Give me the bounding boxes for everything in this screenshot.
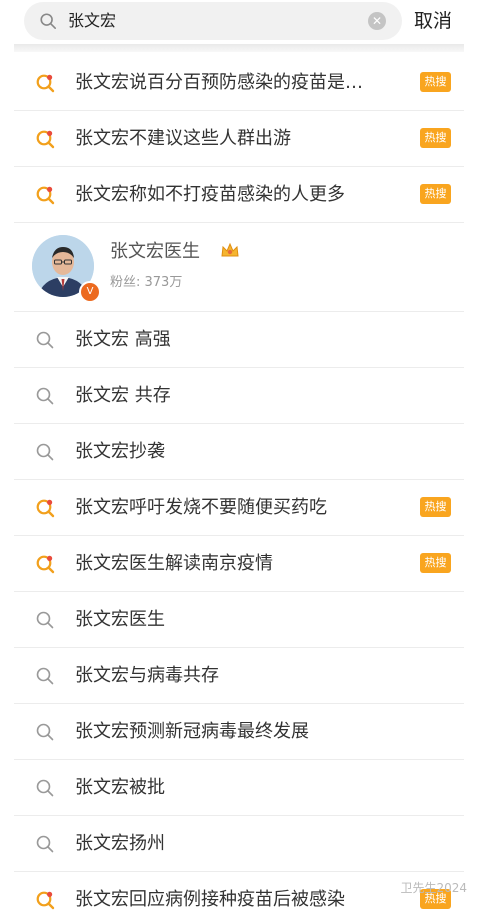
suggestion-row[interactable]: 张文宏预测新冠病毒最终发展 <box>14 704 464 760</box>
suggestion-text: 张文宏被批 <box>75 777 165 798</box>
suggestion-text: 张文宏回应病例接种疫苗后被感染 <box>75 889 345 910</box>
suggestion-text: 张文宏预测新冠病毒最终发展 <box>75 721 309 742</box>
suggestion-row[interactable]: 张文宏与病毒共存 <box>14 648 464 704</box>
search-icon <box>35 834 55 854</box>
user-result-row[interactable]: V 张文宏医生粉丝: 373万 <box>14 223 464 312</box>
cancel-button[interactable]: 取消 <box>414 2 452 40</box>
verified-badge-icon: V <box>79 281 101 303</box>
hot-badge: 热搜 <box>420 184 451 204</box>
suggestion-row[interactable]: 张文宏称如不打疫苗感染的人更多 热搜 <box>14 167 464 223</box>
hot-search-icon <box>35 554 55 574</box>
suggestion-row[interactable]: 张文宏呼吁发烧不要随便买药吃 热搜 <box>14 480 464 536</box>
hot-badge: 热搜 <box>420 128 451 148</box>
search-icon <box>35 722 55 742</box>
search-page: 张文宏 ✕ 取消 张文宏说百分百预防感染的疫苗是… 热搜 张文宏不建议这些人群出游热… <box>0 0 479 910</box>
clear-icon[interactable]: ✕ <box>368 12 386 30</box>
hot-badge: 热搜 <box>420 553 451 573</box>
suggestion-row[interactable]: 张文宏扬州 <box>14 816 464 872</box>
header-divider <box>14 44 464 52</box>
suggestion-text: 张文宏医生解读南京疫情 <box>75 553 273 574</box>
suggestion-row[interactable]: 张文宏说百分百预防感染的疫苗是… 热搜 <box>14 55 464 111</box>
suggestion-row[interactable]: 张文宏医生解读南京疫情 热搜 <box>14 536 464 592</box>
suggestion-text: 张文宏抄袭 <box>75 441 165 462</box>
search-icon <box>35 442 55 462</box>
hot-search-icon <box>35 890 55 910</box>
search-icon <box>35 610 55 630</box>
suggestion-text: 张文宏扬州 <box>75 833 165 854</box>
suggestion-text: 张文宏 共存 <box>75 385 171 406</box>
hot-search-icon <box>35 498 55 518</box>
hot-search-icon <box>35 73 55 93</box>
hot-search-icon <box>35 185 55 205</box>
watermark: 卫先生2024 <box>400 881 467 895</box>
follower-count: 粉丝: 373万 <box>110 275 183 290</box>
search-icon <box>35 330 55 350</box>
suggestion-row[interactable]: 张文宏抄袭 <box>14 424 464 480</box>
suggestion-text: 张文宏说百分百预防感染的疫苗是… <box>75 72 363 93</box>
suggestion-text: 张文宏不建议这些人群出游 <box>75 128 291 149</box>
search-icon <box>35 666 55 686</box>
user-name: 张文宏医生 <box>110 241 200 262</box>
suggestion-row[interactable]: 张文宏 高强 <box>14 312 464 368</box>
suggestion-row[interactable]: 张文宏不建议这些人群出游 热搜 <box>14 111 464 167</box>
suggestion-text: 张文宏呼吁发烧不要随便买药吃 <box>75 497 327 518</box>
crown-icon <box>221 242 239 257</box>
suggestion-text: 张文宏 高强 <box>75 329 171 350</box>
suggestion-row[interactable]: 张文宏 共存 <box>14 368 464 424</box>
suggestion-row[interactable]: 张文宏被批 <box>14 760 464 816</box>
search-icon <box>35 386 55 406</box>
suggestion-text: 张文宏与病毒共存 <box>75 665 219 686</box>
suggestion-row[interactable]: 张文宏回应病例接种疫苗后被感染 热搜 <box>14 872 464 910</box>
search-icon <box>40 13 57 30</box>
suggestion-row[interactable]: 张文宏医生 <box>14 592 464 648</box>
hot-badge: 热搜 <box>420 497 451 517</box>
hot-search-icon <box>35 129 55 149</box>
search-input[interactable]: 张文宏 ✕ <box>24 2 402 40</box>
suggestion-text: 张文宏医生 <box>75 609 165 630</box>
suggestion-list: 张文宏说百分百预防感染的疫苗是… 热搜 张文宏不建议这些人群出游 热搜 张文宏称如不打疫… <box>14 55 464 910</box>
search-icon <box>35 778 55 798</box>
suggestion-text: 张文宏称如不打疫苗感染的人更多 <box>75 184 345 205</box>
hot-badge: 热搜 <box>420 72 451 92</box>
search-query-text[interactable]: 张文宏 <box>68 2 116 40</box>
